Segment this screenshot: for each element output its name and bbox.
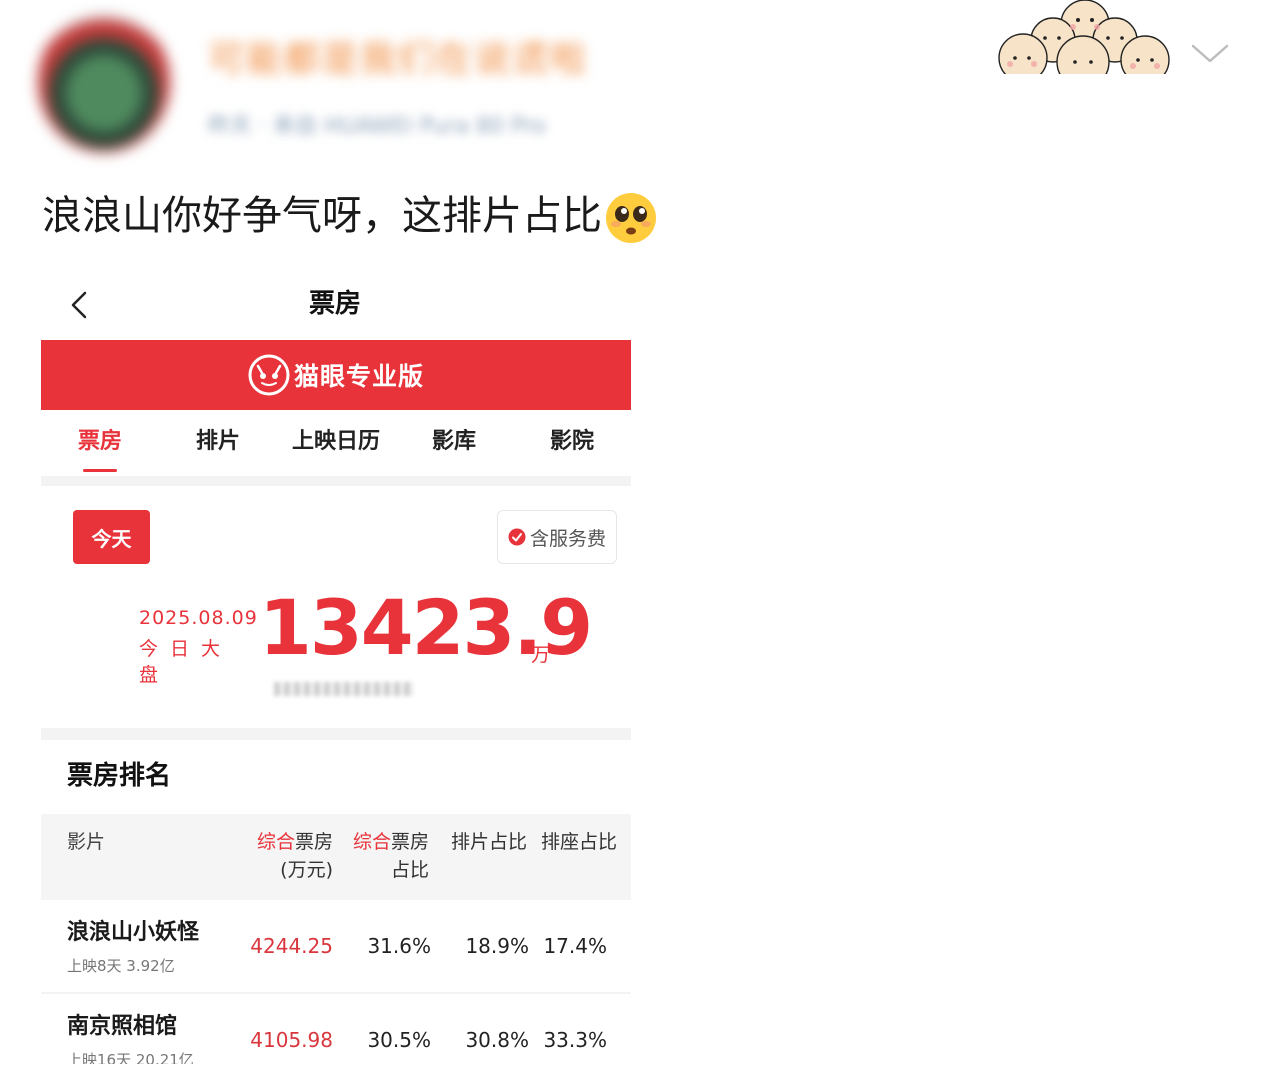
chevron-down-icon[interactable] xyxy=(1190,38,1230,68)
today-button[interactable]: 今天 xyxy=(73,510,150,564)
date-label: 2025.08.09 xyxy=(139,607,258,629)
film-release-info: 上映8天 3.92亿 xyxy=(67,957,175,975)
column-header-gross-prefix: 综合 xyxy=(256,831,295,853)
seat-share-value: 33.3% xyxy=(543,1028,607,1052)
brand-name: 猫眼专业版 xyxy=(293,362,424,391)
column-header-share-main: 票房 xyxy=(390,831,429,853)
brand-bar: 猫眼专业版 xyxy=(41,340,631,410)
tab-cinemas[interactable]: 影院 xyxy=(513,418,631,478)
screen-share-value: 30.8% xyxy=(465,1028,529,1052)
column-header-gross[interactable]: 综合票房 (万元) xyxy=(241,828,333,884)
film-name: 浪浪山小妖怪 xyxy=(67,920,200,945)
service-fee-label: 含服务费 xyxy=(529,527,606,550)
unit-label: 万 xyxy=(531,644,551,666)
ranking-title: 票房排名 xyxy=(67,761,172,791)
column-header-gross-unit: (万元) xyxy=(280,859,333,881)
table-row[interactable]: 浪浪山小妖怪 上映8天 3.92亿 4244.25 31.6% 18.9% 17… xyxy=(41,900,631,992)
post-meta: 昨天 · 来自 HUAWEI Pura 80 Pro xyxy=(208,114,546,139)
tab-release-calendar[interactable]: 上映日历 xyxy=(277,418,395,478)
column-header-film: 影片 xyxy=(67,831,106,853)
tab-box-office[interactable]: 票房 xyxy=(41,418,159,478)
column-header-gross-share[interactable]: 综合票房 占比 xyxy=(349,828,429,884)
seat-share-value: 17.4% xyxy=(543,934,607,958)
table-header: 影片 综合票房 (万元) 综合票房 占比 排片占比 排座占比 xyxy=(41,814,631,900)
gross-share-value: 31.6% xyxy=(367,934,431,958)
total-market-label: 今日大盘 xyxy=(139,638,233,686)
box-office-screenshot: 票房 猫眼专业版 票房 排片 上映日历 影库 影院 今天 含服务费 2025.0… xyxy=(41,268,631,1064)
divider xyxy=(41,476,631,486)
cat-eye-logo-icon xyxy=(248,354,290,396)
nav-title-text: 票房 xyxy=(308,289,361,319)
column-header-share-sub: 占比 xyxy=(390,859,429,881)
gross-value: 4244.25 xyxy=(250,934,333,958)
column-header-screen-share[interactable]: 排片占比 xyxy=(451,828,527,856)
post-text-content: 浪浪山你好争气呀，这排片占比 xyxy=(42,193,602,239)
service-fee-toggle[interactable]: 含服务费 xyxy=(497,510,617,564)
gross-value: 4105.98 xyxy=(250,1028,333,1052)
column-header-seat-share[interactable]: 排座占比 xyxy=(541,828,617,856)
username[interactable]: 可能都是我们在说谎啦 xyxy=(208,40,588,80)
film-release-info: 上映16天 20.21亿 xyxy=(67,1051,194,1064)
tab-bar: 票房 排片 上映日历 影库 影院 xyxy=(41,418,631,478)
post-text: 浪浪山你好争气呀，这排片占比 xyxy=(42,186,658,246)
tab-film-library[interactable]: 影库 xyxy=(395,418,513,478)
column-header-gross-main: 票房 xyxy=(294,831,333,853)
table-row[interactable]: 南京照相馆 上映16天 20.21亿 4105.98 30.5% 30.8% 3… xyxy=(41,994,631,1064)
check-circle-icon xyxy=(508,528,526,546)
avatar[interactable] xyxy=(38,12,170,152)
divider xyxy=(41,728,631,740)
tab-screenings[interactable]: 排片 xyxy=(159,418,277,478)
pleading-face-icon xyxy=(606,193,656,243)
column-header-share-prefix: 综合 xyxy=(352,831,391,853)
nav-title: 票房 xyxy=(41,286,631,322)
screen-share-value: 18.9% xyxy=(465,934,529,958)
film-name: 南京照相馆 xyxy=(67,1014,178,1039)
gross-share-value: 30.5% xyxy=(367,1028,431,1052)
blurred-note xyxy=(274,682,414,696)
cartoon-buns-decoration-icon xyxy=(998,0,1170,74)
